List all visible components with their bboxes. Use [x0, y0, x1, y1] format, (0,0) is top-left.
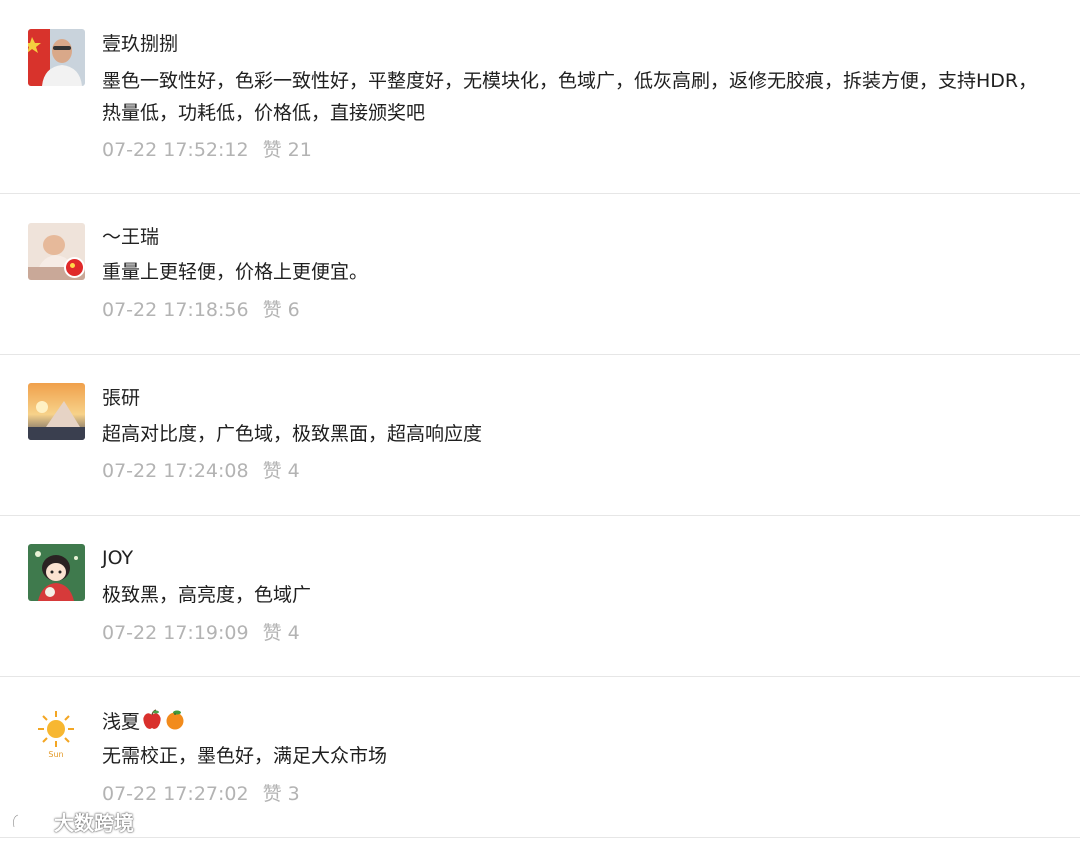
comment-item: 壹玖捌捌 墨色一致性好，色彩一致性好，平整度好，无模块化，色域广，低灰高刷，返修…	[0, 0, 1080, 194]
comment-item: ～王瑞 重量上更轻便，价格上更便宜。 07-22 17:18:56 赞 6	[0, 194, 1080, 355]
comment-username[interactable]: 浅夏	[102, 709, 186, 738]
comment-time: 07-22 17:18:56	[102, 299, 249, 321]
comment-meta: 07-22 17:24:08 赞 4	[102, 458, 300, 484]
comment-meta: 07-22 17:19:09 赞 4	[102, 620, 300, 646]
comment-username[interactable]: JOY	[102, 545, 133, 571]
like-button[interactable]: 赞 3	[263, 783, 300, 805]
comment-username[interactable]: 張研	[102, 385, 140, 411]
watermark: 大数跨境	[10, 806, 134, 836]
like-button[interactable]: 赞 4	[263, 460, 300, 482]
comment-content: 无需校正，墨色好，满足大众市场	[102, 745, 388, 767]
cartoon-girl-avatar-icon[interactable]	[28, 544, 85, 601]
avatar-text: Sun	[48, 750, 63, 759]
apple-emoji-icon	[141, 709, 163, 738]
comment-item: JOY 极致黑，高亮度，色域广 07-22 17:19:09 赞 4	[0, 516, 1080, 677]
comment-meta: 07-22 17:52:12 赞 21	[102, 137, 312, 163]
comment-list: 壹玖捌捌 墨色一致性好，色彩一致性好，平整度好，无模块化，色域广，低灰高刷，返修…	[0, 0, 1080, 838]
comment-item: Sun 浅夏 无需校正，墨色好，满足大众市场 07-22 17:27:02 赞 3	[0, 677, 1080, 838]
comment-content: 超高对比度，广色域，极致黑面，超高响应度	[102, 423, 483, 445]
comment-username[interactable]: ～王瑞	[102, 224, 159, 250]
comment-time: 07-22 17:52:12	[102, 139, 249, 161]
comment-meta: 07-22 17:18:56 赞 6	[102, 297, 300, 323]
comment-content: 极致黑，高亮度，色域广	[102, 584, 312, 606]
comment-username[interactable]: 壹玖捌捌	[102, 31, 178, 57]
brand-logo-icon	[12, 811, 48, 829]
comment-content: 重量上更轻便，价格上更便宜。	[102, 261, 369, 283]
like-button[interactable]: 赞 4	[263, 622, 300, 644]
man-portrait-avatar-icon[interactable]	[28, 29, 85, 86]
comment-content: 墨色一致性好，色彩一致性好，平整度好，无模块化，色域广，低灰高刷，返修无胶痕，拆…	[102, 70, 1038, 124]
comment-meta: 07-22 17:27:02 赞 3	[102, 781, 300, 807]
flag-badge-icon	[64, 257, 85, 278]
tangerine-emoji-icon	[164, 709, 186, 738]
sun-avatar-icon[interactable]: Sun	[28, 705, 85, 762]
comment-time: 07-22 17:24:08	[102, 460, 249, 482]
like-button[interactable]: 赞 6	[263, 299, 300, 321]
username-text: 浅夏	[102, 711, 141, 733]
comment-item: 張研 超高对比度，广色域，极致黑面，超高响应度 07-22 17:24:08 赞 …	[0, 355, 1080, 516]
like-button[interactable]: 赞 21	[263, 139, 312, 161]
comment-time: 07-22 17:19:09	[102, 622, 249, 644]
sunset-landscape-avatar-icon[interactable]	[28, 383, 85, 440]
comment-time: 07-22 17:27:02	[102, 783, 249, 805]
watermark-text: 大数跨境	[54, 810, 134, 835]
